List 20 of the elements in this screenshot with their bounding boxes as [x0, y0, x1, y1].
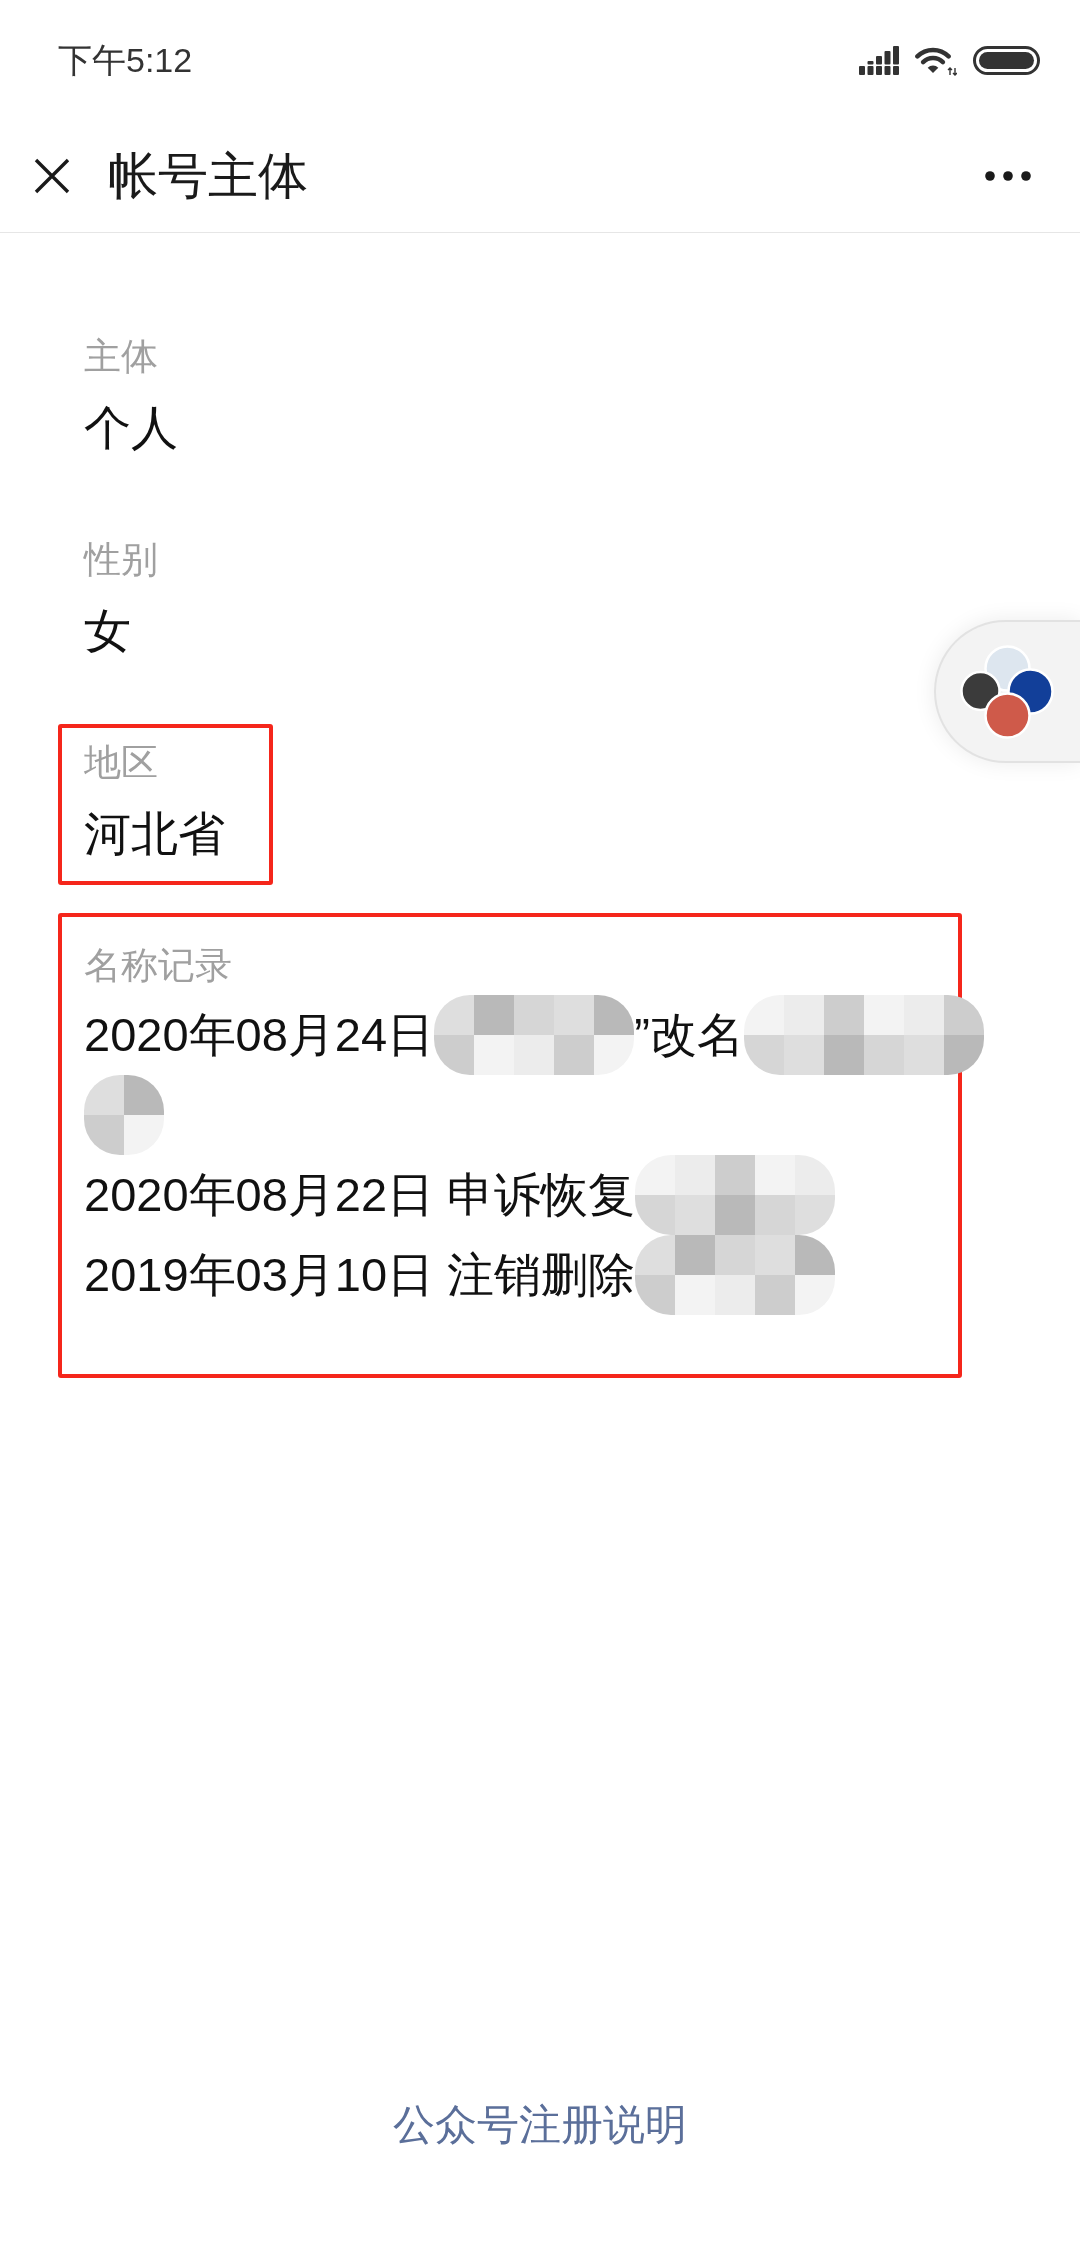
- close-icon[interactable]: [34, 158, 70, 194]
- signal-icon: [859, 45, 899, 75]
- field-label: 性别: [84, 538, 158, 582]
- battery-icon: [973, 45, 1040, 75]
- field-value: 女: [84, 603, 132, 659]
- field-value: 河北省: [84, 806, 225, 862]
- status-time: 下午5:12: [58, 40, 193, 80]
- record-text: ”改名: [634, 1007, 744, 1063]
- page-title: 帐号主体: [108, 147, 308, 206]
- field-value: 个人: [84, 400, 178, 456]
- floating-window-button[interactable]: [934, 620, 1080, 763]
- field-label: 名称记录: [84, 944, 233, 988]
- record-text: 2019年03月10日 注销删除: [84, 1247, 636, 1303]
- field-label: 地区: [84, 741, 159, 785]
- more-icon[interactable]: [985, 171, 1031, 181]
- record-text: 2020年08月24日: [84, 1007, 435, 1063]
- registration-guide-link[interactable]: 公众号注册说明: [393, 2095, 687, 2155]
- field-label: 主体: [84, 335, 159, 379]
- thumbnail-cluster-icon: [960, 643, 1056, 740]
- record-text: 2020年08月22日 申诉恢复: [84, 1167, 636, 1223]
